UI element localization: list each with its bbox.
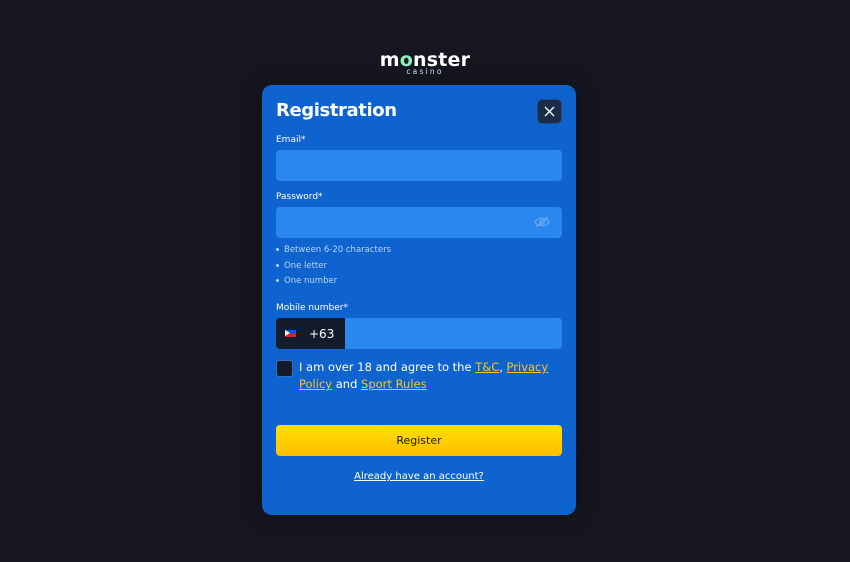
agreement-text: I am over 18 and agree to the	[299, 360, 476, 374]
modal-title: Registration	[276, 100, 397, 121]
close-button[interactable]	[537, 99, 562, 124]
mobile-label: Mobile number*	[276, 303, 349, 313]
registration-modal: Registration Email* Password* Between 6-…	[262, 85, 576, 515]
password-hint: One number	[276, 274, 391, 290]
close-icon	[544, 106, 555, 117]
agreement-and: and	[332, 377, 362, 391]
register-button[interactable]: Register	[276, 425, 562, 456]
sport-rules-link[interactable]: Sport Rules	[361, 377, 427, 391]
login-link[interactable]: Already have an account?	[262, 471, 576, 482]
eye-icon[interactable]	[534, 216, 550, 228]
password-requirements: Between 6-20 characters One letter One n…	[276, 243, 391, 290]
monster-casino-logo[interactable]: monster casino	[0, 50, 850, 76]
country-code-selector[interactable]: +63	[276, 318, 345, 349]
tc-link[interactable]: T&C	[475, 360, 499, 374]
email-label: Email*	[276, 135, 306, 145]
country-code: +63	[309, 326, 335, 341]
logo-part-2: nster	[413, 49, 471, 71]
mobile-number-field[interactable]	[345, 318, 562, 349]
password-field[interactable]	[276, 207, 562, 238]
logo-part-1: m	[379, 49, 400, 71]
password-hint: Between 6-20 characters	[276, 243, 391, 259]
logo-o: o	[399, 49, 414, 71]
password-hint: One letter	[276, 259, 391, 275]
email-field[interactable]	[276, 150, 562, 181]
terms-agreement-text: I am over 18 and agree to the T&C, Priva…	[299, 359, 561, 393]
logo-wordmark: monster	[380, 50, 470, 70]
password-label: Password*	[276, 192, 323, 202]
agreement-comma: ,	[499, 360, 507, 374]
philippines-flag-icon	[285, 330, 296, 337]
terms-checkbox[interactable]	[276, 360, 293, 377]
